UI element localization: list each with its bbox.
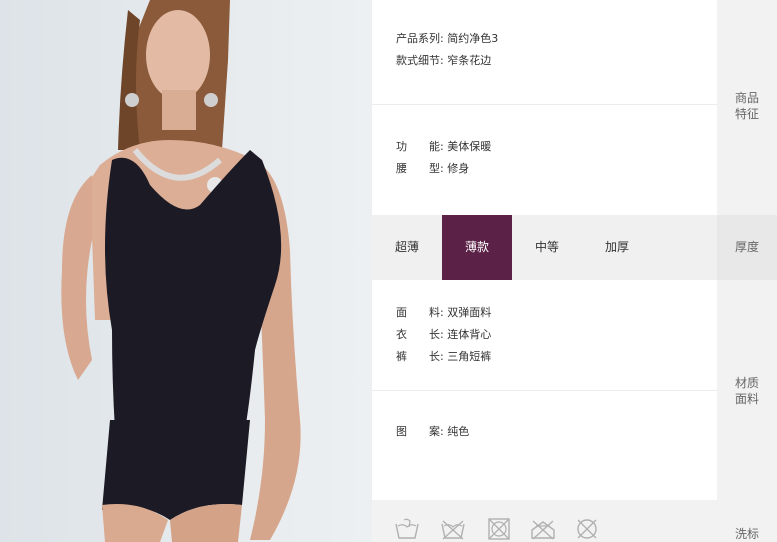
fabric-row: 面 料: 双弹面料 [396, 306, 491, 320]
style-detail-label: 款式细节: [396, 54, 444, 67]
no-dry-clean-icon [577, 519, 597, 539]
waist-row: 腰 型: 修身 [396, 162, 469, 176]
thickness-option-thick[interactable]: 加厚 [582, 215, 652, 280]
side-tab-material[interactable]: 材质 面料 [717, 375, 777, 407]
side-tab-wash[interactable]: 洗标 [717, 526, 777, 542]
fabric-label: 面 料: [396, 306, 444, 319]
no-machine-wash-icon [441, 520, 465, 540]
style-detail-row: 款式细节: 窄条花边 [396, 54, 491, 68]
fabric-value: 双弹面料 [447, 306, 492, 319]
top-length-value: 连体背心 [447, 328, 492, 341]
pattern-row: 图 案: 纯色 [396, 425, 469, 439]
style-detail-value: 窄条花边 [447, 54, 492, 67]
side-tab-thickness-bg: 厚度 [717, 215, 777, 280]
product-series-row: 产品系列: 简约净色3 [396, 32, 498, 46]
waist-value: 修身 [447, 162, 470, 175]
pattern-value: 纯色 [447, 425, 470, 438]
pattern-label: 图 案: [396, 425, 444, 438]
no-bleach-icon [531, 520, 555, 540]
pants-length-row: 裤 长: 三角短裤 [396, 350, 491, 364]
thickness-selector: 超薄 薄款 中等 加厚 [372, 215, 717, 280]
function-value: 美体保暖 [447, 140, 492, 153]
side-tab-features[interactable]: 商品 特征 [717, 90, 777, 122]
side-tab-thickness[interactable]: 厚度 [717, 239, 777, 255]
hand-wash-icon [395, 518, 419, 539]
pants-length-value: 三角短裤 [447, 350, 492, 363]
top-length-row: 衣 长: 连体背心 [396, 328, 491, 342]
function-label: 功 能: [396, 140, 444, 153]
divider [372, 390, 717, 391]
thickness-option-medium[interactable]: 中等 [512, 215, 582, 280]
waist-label: 腰 型: [396, 162, 444, 175]
function-row: 功 能: 美体保暖 [396, 140, 491, 154]
pants-length-label: 裤 长: [396, 350, 444, 363]
thickness-option-thin[interactable]: 薄款 [442, 215, 512, 280]
model-illustration [61, 0, 301, 542]
product-series-value: 简约净色3 [447, 32, 499, 45]
thickness-option-ultra-thin[interactable]: 超薄 [372, 215, 442, 280]
product-series-label: 产品系列: [396, 32, 444, 45]
divider [372, 104, 717, 105]
top-length-label: 衣 长: [396, 328, 444, 341]
product-photo [0, 0, 372, 542]
no-tumble-dry-icon [488, 518, 510, 540]
